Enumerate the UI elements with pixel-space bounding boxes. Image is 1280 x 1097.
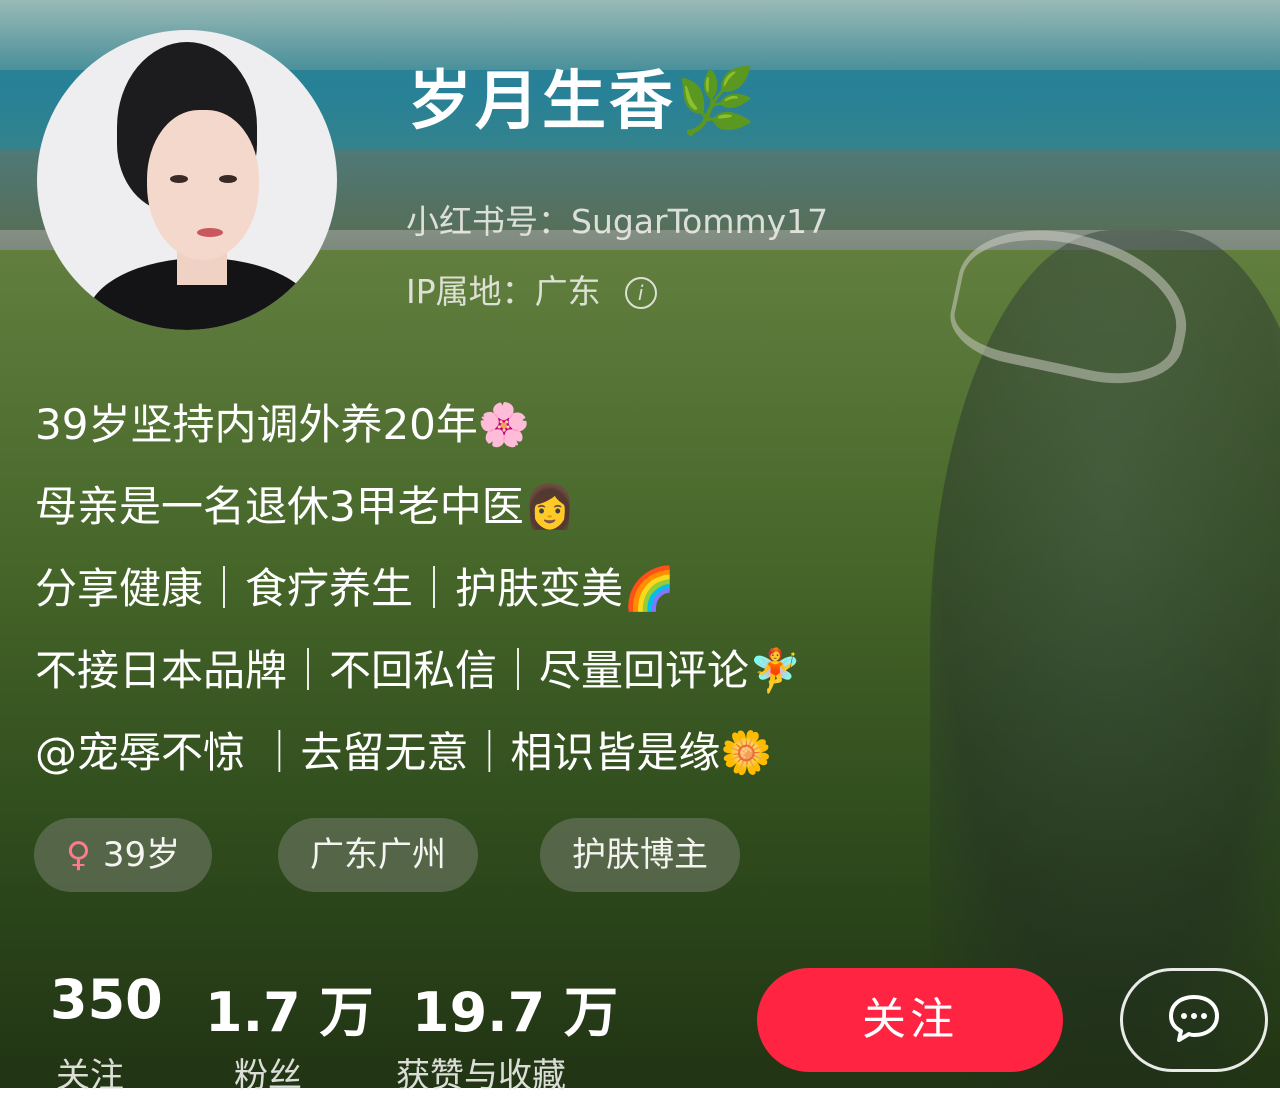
- account-id: 小红书号：SugarTommy17: [406, 195, 828, 243]
- following-count[interactable]: 350: [50, 968, 163, 1031]
- female-icon: ♀: [66, 835, 91, 875]
- bio-line: 分享健康｜食疗养生｜护肤变美🌈: [35, 564, 676, 613]
- info-icon[interactable]: i: [624, 277, 657, 309]
- account-id-label: 小红书号：: [406, 202, 571, 241]
- avatar-face: [147, 110, 259, 260]
- avatar[interactable]: [37, 30, 337, 330]
- likes-label[interactable]: 获赞与收藏: [396, 1048, 566, 1097]
- chat-bubble-icon: [1169, 995, 1219, 1042]
- avatar-eye-left: [170, 175, 188, 183]
- avatar-lips: [197, 228, 223, 237]
- likes-count[interactable]: 19.7 万: [412, 968, 618, 1047]
- tag-age: ♀ 39岁: [34, 818, 213, 892]
- bio-line[interactable]: @宠辱不惊 ｜去留无意｜相识皆是缘🌼: [35, 712, 801, 794]
- followers-count[interactable]: 1.7 万: [205, 968, 373, 1047]
- follow-button[interactable]: 关注: [757, 968, 1063, 1072]
- followers-label[interactable]: 粉丝: [234, 1048, 302, 1097]
- bio-line: 不接日本品牌｜不回私信｜尽量回评论🧚: [35, 646, 802, 695]
- ip-location-label: IP属地：: [406, 272, 535, 311]
- bio-line: 39岁坚持内调外养20年🌸: [35, 400, 531, 449]
- ip-location-value: 广东: [534, 272, 601, 311]
- following-label[interactable]: 关注: [56, 1048, 124, 1097]
- avatar-eye-right: [219, 175, 237, 183]
- tag-age-label: 39岁: [102, 835, 181, 875]
- chat-button[interactable]: [1120, 968, 1268, 1072]
- tag-category: 护肤博主: [540, 818, 740, 892]
- tag-location: 广东广州: [278, 818, 478, 892]
- bio-line: 母亲是一名退休3甲老中医👩: [35, 482, 577, 531]
- profile-bio: 39岁坚持内调外养20年🌸 母亲是一名退休3甲老中医👩 分享健康｜食疗养生｜护肤…: [35, 384, 801, 794]
- account-id-value[interactable]: SugarTommy17: [571, 202, 828, 241]
- profile-name: 岁月生香🌿: [408, 65, 759, 139]
- ip-location: IP属地：广东 i: [406, 265, 657, 313]
